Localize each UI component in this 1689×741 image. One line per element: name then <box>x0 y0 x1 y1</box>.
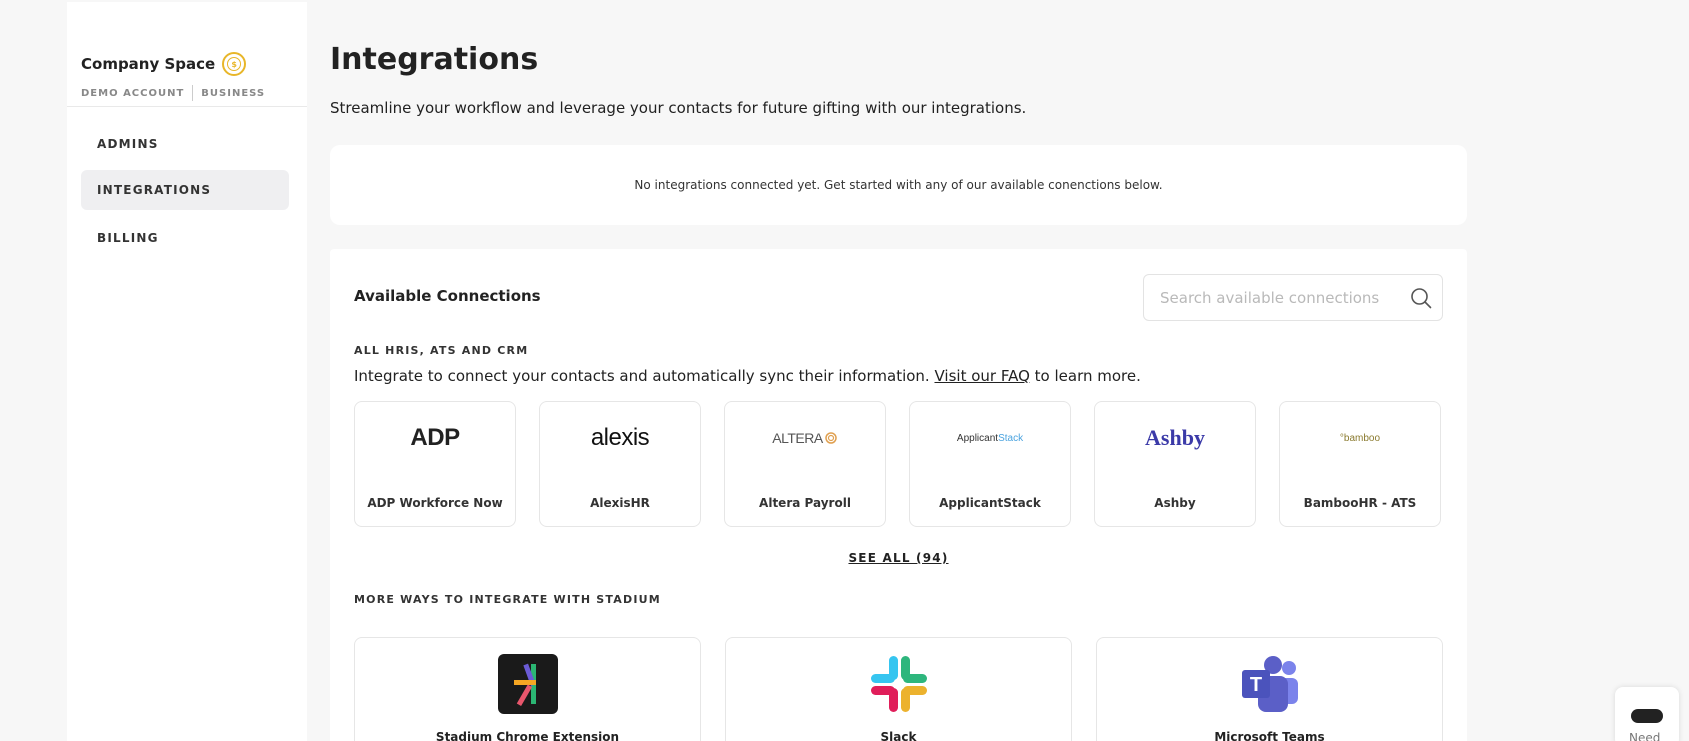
desc-text-before: Integrate to connect your contacts and a… <box>354 367 930 385</box>
tile-name: BambooHR - ATS <box>1303 496 1417 510</box>
account-type: DEMO ACCOUNT <box>81 87 185 99</box>
chat-icon <box>1631 709 1663 723</box>
sidebar-item-integrations[interactable]: INTEGRATIONS <box>81 170 289 210</box>
tile-name: Ashby <box>1154 496 1196 510</box>
see-all-label: SEE ALL (94) <box>848 551 949 565</box>
altera-logo-text: ALTERA <box>772 430 823 446</box>
search-icon[interactable] <box>1410 287 1432 309</box>
integration-tile-applicantstack[interactable]: ApplicantStack ApplicantStack <box>909 401 1071 527</box>
stadium-icon <box>497 654 558 714</box>
adp-logo-text: ADP <box>410 424 460 451</box>
empty-state-message: No integrations connected yet. Get start… <box>634 178 1163 192</box>
help-widget-label: Need <box>1629 731 1661 741</box>
tile-name: Altera Payroll <box>759 496 851 510</box>
integration-tile-altera[interactable]: ALTERA Altera Payroll <box>724 401 886 527</box>
page-title: Integrations <box>330 42 539 77</box>
sidebar-item-admins[interactable]: ADMINS <box>81 124 289 164</box>
account-divider <box>192 85 194 101</box>
slack-icon <box>870 656 927 712</box>
sidebar: Company Space $ DEMO ACCOUNT BUSINESS AD… <box>67 2 307 741</box>
bamboohr-logo-text: °bamboo <box>1339 432 1381 444</box>
section-label-more: MORE WAYS TO INTEGRATE WITH STADIUM <box>354 593 661 606</box>
tile-name: ADP Workforce Now <box>367 496 503 510</box>
empty-state-card: No integrations connected yet. Get start… <box>330 145 1467 225</box>
connections-title: Available Connections <box>354 287 541 305</box>
teams-icon: T <box>1241 656 1298 712</box>
see-all-link[interactable]: SEE ALL (94) <box>330 551 1467 565</box>
integration-tile-microsoft-teams[interactable]: T Microsoft Teams <box>1096 637 1443 741</box>
tile-name: AlexisHR <box>590 496 650 510</box>
logo-part-b: Stack <box>998 432 1024 444</box>
section-label-hris: ALL HRIS, ATS AND CRM <box>354 344 529 357</box>
tile-name: Microsoft Teams <box>1214 730 1325 741</box>
integration-tile-alexishr[interactable]: alexis AlexisHR <box>539 401 701 527</box>
altera-swirl-icon <box>824 432 837 444</box>
search-input[interactable] <box>1144 275 1394 320</box>
sidebar-item-billing[interactable]: BILLING <box>81 218 289 258</box>
tile-name: Slack <box>880 730 917 741</box>
alexis-logo: alexis <box>540 422 700 454</box>
brand[interactable]: Company Space $ <box>81 52 247 76</box>
integration-tile-bamboohr[interactable]: °bamboo BambooHR - ATS <box>1279 401 1441 527</box>
integration-tile-slack[interactable]: Slack <box>725 637 1072 741</box>
applicantstack-logo: ApplicantStack <box>910 422 1070 454</box>
teams-glyph: T <box>1249 674 1261 696</box>
help-widget[interactable]: Need <box>1615 687 1679 741</box>
integration-tile-ashby[interactable]: Ashby Ashby <box>1094 401 1256 527</box>
ashby-logo: Ashby <box>1095 422 1255 454</box>
brand-name: Company Space <box>81 55 216 73</box>
integration-tile-stadium-chrome[interactable]: Stadium Chrome Extension <box>354 637 701 741</box>
account-plan: BUSINESS <box>201 87 266 99</box>
integration-tile-adp[interactable]: ADP ADP Workforce Now <box>354 401 516 527</box>
faq-link[interactable]: Visit our FAQ <box>934 367 1029 385</box>
sidebar-divider <box>67 106 307 107</box>
bamboohr-logo: °bamboo <box>1280 422 1440 454</box>
ashby-logo-text: Ashby <box>1145 425 1205 450</box>
search-box <box>1143 274 1443 321</box>
tile-name: Stadium Chrome Extension <box>435 730 620 741</box>
available-connections-card: Available Connections ALL HRIS, ATS AND … <box>330 249 1467 741</box>
account-info: DEMO ACCOUNT BUSINESS <box>81 85 265 101</box>
adp-logo: ADP <box>355 422 515 454</box>
coin-glyph: $ <box>227 57 242 71</box>
page-subtitle: Streamline your workflow and leverage yo… <box>330 99 1027 117</box>
alexis-logo-text: alexis <box>590 424 650 451</box>
altera-logo: ALTERA <box>725 422 885 454</box>
coin-icon: $ <box>222 52 247 76</box>
desc-text-after: to learn more. <box>1034 367 1141 385</box>
hris-description: Integrate to connect your contacts and a… <box>354 367 1141 385</box>
tile-name: ApplicantStack <box>939 496 1041 510</box>
logo-part-a: Applicant <box>956 432 999 444</box>
applicantstack-logo-text: ApplicantStack <box>957 433 1023 444</box>
